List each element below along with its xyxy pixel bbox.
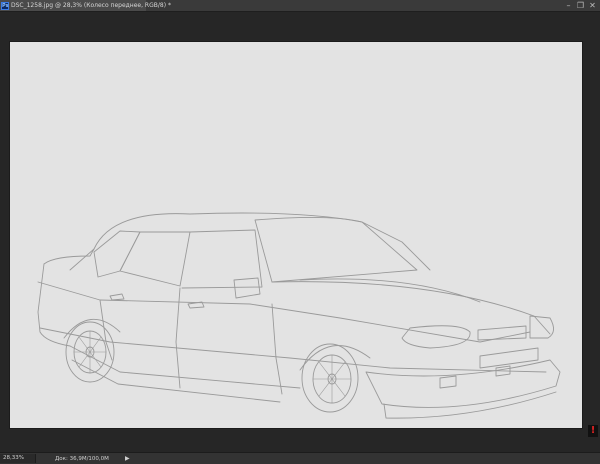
hood-line [271,281,551,335]
rear-door-window [119,231,191,287]
restore-icon[interactable]: ❐ [575,0,586,11]
belt-line [37,281,531,343]
side-mirror [233,277,261,299]
document-size-info: Док: 36,9M/100,0M [55,455,109,462]
front-door-window [181,229,263,289]
door-seam-front [271,303,283,395]
fender-arc-front [299,345,371,371]
rear-wheel [65,321,115,383]
window-controls: – ❐ ✕ [562,0,598,11]
photoshop-app-icon: Ps [1,1,9,10]
hood-crease [299,278,481,303]
document-title: DSC_1258.jpg @ 28,3% (Колесо переднее, R… [11,2,171,9]
door-seam-middle [175,287,181,389]
workspace[interactable] [0,12,600,452]
close-icon[interactable]: ✕ [587,0,598,11]
status-bar: 28,33% Док: 36,9M/100,0M ▶ [0,452,600,464]
front-bumper [365,359,561,408]
warning-icon[interactable]: ! [588,425,598,437]
door-handle-rear [109,293,125,301]
document-tab[interactable]: Ps DSC_1258.jpg @ 28,3% (Колесо переднее… [0,0,171,11]
title-bar: Ps DSC_1258.jpg @ 28,3% (Колесо переднее… [0,0,600,12]
fog-light-left [439,375,457,389]
zoom-level-field[interactable]: 28,33% [0,454,36,463]
minimize-icon[interactable]: – [563,0,574,11]
windshield [254,216,418,283]
document-canvas[interactable] [10,42,582,428]
rocker-lower [71,359,281,403]
front-wheel [301,343,359,413]
status-menu-arrow-icon[interactable]: ▶ [125,455,130,462]
rear-deck [43,248,95,265]
turn-signal [529,315,554,339]
car-line-art [37,212,561,419]
rear-end [37,263,71,347]
rear-window [69,248,95,271]
roof-outline [93,212,431,271]
headlight [401,325,471,349]
